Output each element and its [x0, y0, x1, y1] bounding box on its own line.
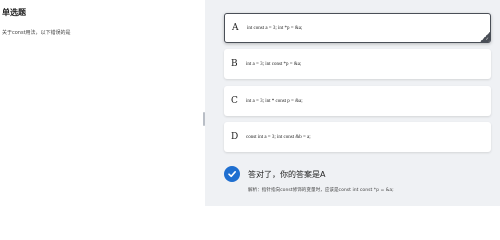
- option-a[interactable]: A int const a = 3; int *p = &a; ✓: [224, 13, 491, 43]
- option-text: const int a = 3; int const &b = a;: [246, 134, 311, 140]
- result-message: 答对了，你的答案是A: [248, 169, 326, 179]
- option-text: int const a = 3; int *p = &a;: [247, 25, 303, 31]
- selected-corner-marker: ✓: [480, 32, 490, 42]
- option-letter: C: [231, 96, 238, 106]
- check-icon: ✓: [485, 36, 489, 41]
- question-type-title: 单选题: [2, 8, 26, 17]
- option-b[interactable]: B int a = 3; int const *p = &a;: [224, 49, 491, 79]
- answer-result: 答对了，你的答案是A: [224, 166, 325, 182]
- options-panel: A int const a = 3; int *p = &a; ✓ B int …: [205, 0, 500, 206]
- question-text: 关于const用法，以下错误的是: [2, 30, 71, 36]
- option-c[interactable]: C int a = 3; int * const p = &a;: [224, 86, 491, 116]
- option-d[interactable]: D const int a = 3; int const &b = a;: [224, 122, 491, 152]
- answer-explanation: 解析：指针指向const修饰的变量时，应该是const int const *p…: [248, 188, 394, 193]
- option-letter: A: [232, 23, 239, 33]
- check-circle-icon: [224, 166, 240, 182]
- option-text: int a = 3; int * const p = &a;: [246, 98, 303, 104]
- option-letter: B: [231, 59, 238, 69]
- option-letter: D: [231, 132, 239, 142]
- quiz-page: 单选题 关于const用法，以下错误的是 A int const a = 3; …: [0, 0, 500, 206]
- option-text: int a = 3; int const *p = &a;: [246, 61, 302, 67]
- question-panel: 单选题 关于const用法，以下错误的是: [0, 0, 205, 206]
